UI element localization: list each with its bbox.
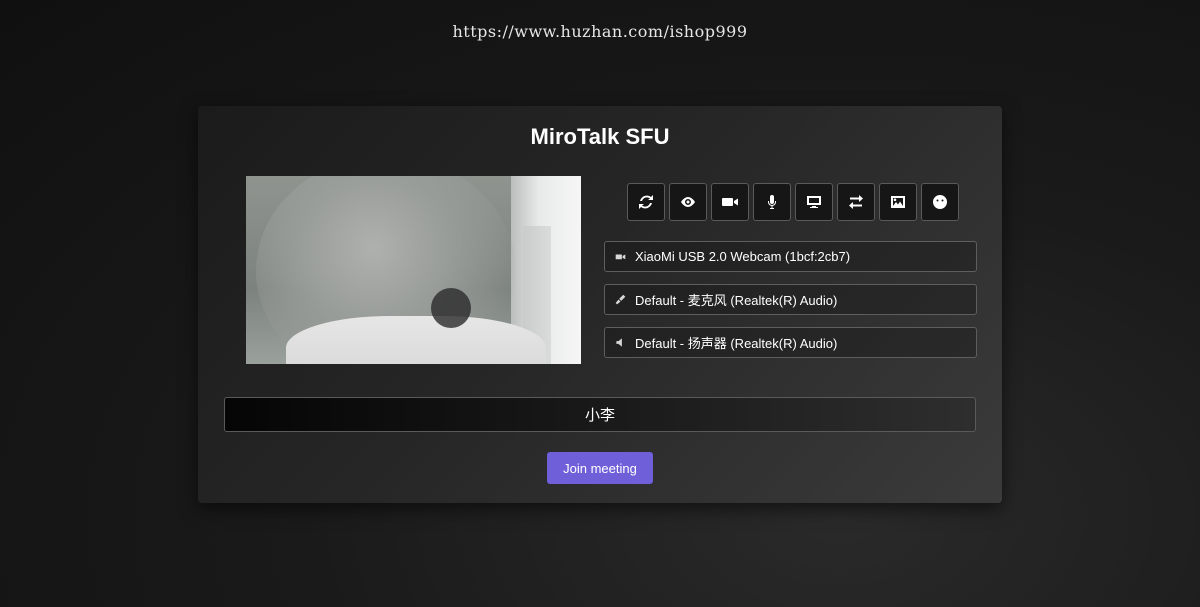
refresh-button[interactable] [627,183,665,221]
watermark-url: https://www.huzhan.com/ishop999 [452,22,748,41]
desktop-icon [807,196,821,208]
video-camera-icon [722,198,738,206]
video-preview [246,176,581,364]
emoji-button[interactable] [921,183,959,221]
refresh-icon [639,195,653,209]
video-source-label: XiaoMi USB 2.0 Webcam (1bcf:2cb7) [635,249,851,264]
video-source-select[interactable]: XiaoMi USB 2.0 Webcam (1bcf:2cb7) [604,241,977,272]
audio-toggle-button[interactable] [753,183,791,221]
video-hair [431,288,471,328]
join-meeting-button[interactable]: Join meeting [547,452,653,484]
microphone-small-icon [615,294,629,305]
microphone-icon [767,195,777,209]
image-icon [891,196,905,208]
join-card: MiroTalk SFU XiaoMi USB 2.0 Webcam (1bcf… [198,106,1002,503]
speaker-select-label: Default - 扬声器 (Realtek(R) Audio) [635,336,838,351]
video-toggle-button[interactable] [711,183,749,221]
smile-icon [933,195,947,209]
app-title: MiroTalk SFU [530,124,670,149]
microphone-select[interactable]: Default - 麦克风 (Realtek(R) Audio) [604,284,977,315]
speaker-select[interactable]: Default - 扬声器 (Realtek(R) Audio) [604,327,977,358]
preview-toggle-button[interactable] [669,183,707,221]
screen-share-button[interactable] [795,183,833,221]
eye-icon [681,197,695,207]
webcam-icon [615,251,629,262]
speaker-icon [615,337,629,348]
swap-camera-button[interactable] [837,183,875,221]
video-shirt [286,316,546,364]
virtual-background-button[interactable] [879,183,917,221]
init-toolbar [627,183,959,221]
microphone-select-label: Default - 麦克风 (Realtek(R) Audio) [635,293,838,308]
swap-icon [849,195,863,209]
username-input[interactable] [224,397,976,432]
